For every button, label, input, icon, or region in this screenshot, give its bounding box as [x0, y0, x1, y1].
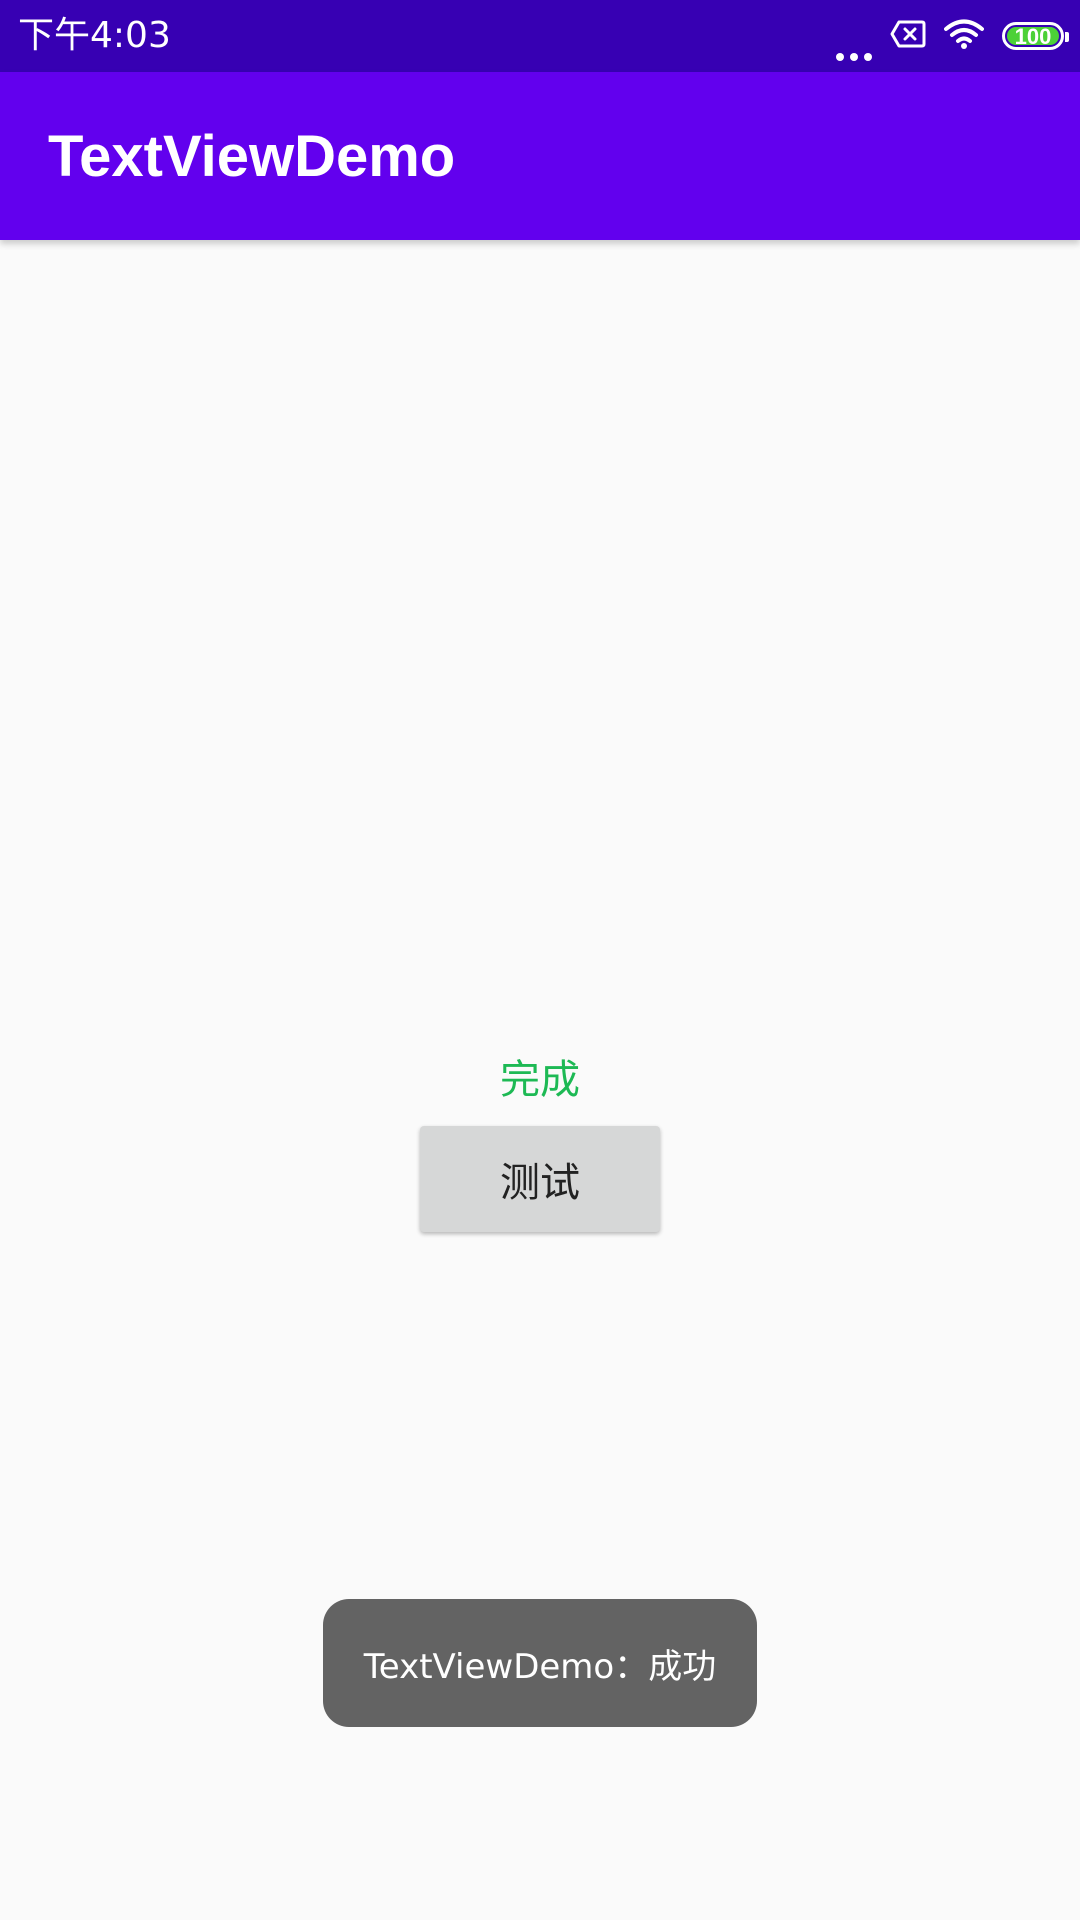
sim-off-icon [890, 20, 926, 52]
status-time: 下午4:03 [18, 15, 171, 56]
battery-icon: 100 [1002, 22, 1069, 50]
status-icons: 100 [836, 16, 1069, 61]
status-bar: 下午4:03 100 [0, 0, 1080, 72]
wifi-icon [944, 18, 984, 54]
more-dots-icon [836, 11, 872, 61]
app-bar: TextViewDemo [0, 72, 1080, 240]
test-button[interactable]: 测试 [420, 1126, 660, 1232]
toast: TextViewDemo：成功 [323, 1599, 757, 1727]
result-text: 完成 [500, 1057, 580, 1103]
battery-level: 100 [1014, 24, 1052, 49]
app-title: TextViewDemo [48, 124, 456, 189]
toast-message: TextViewDemo：成功 [363, 1646, 717, 1687]
